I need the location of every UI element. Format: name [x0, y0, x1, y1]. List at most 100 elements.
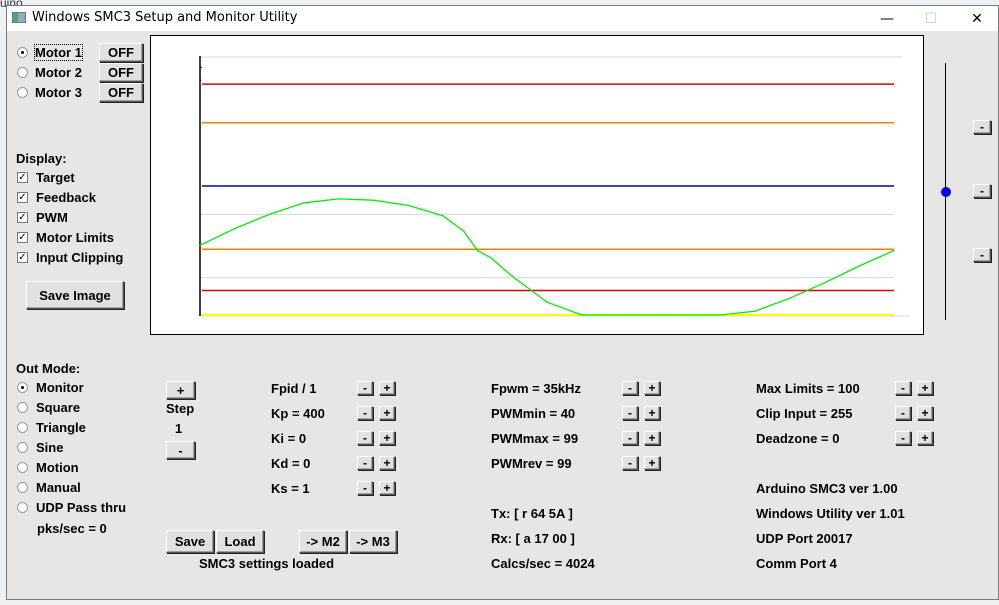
zoom-button-3[interactable]: -	[973, 248, 991, 262]
load-settings-button[interactable]: Load	[216, 530, 264, 553]
copy-to-m2-button[interactable]: -> M2	[299, 530, 347, 553]
calcs-per-sec: Calcs/sec = 4024	[491, 556, 595, 571]
pwmmin-plus-button[interactable]: +	[644, 406, 660, 420]
manual-label[interactable]: Manual	[36, 480, 81, 495]
udp-pass-thru-radio[interactable]	[17, 502, 28, 513]
feedback-point-17	[719, 314, 722, 316]
fpid-minus-button[interactable]: -	[357, 381, 373, 395]
pwmmax-plus-button[interactable]: +	[644, 431, 660, 445]
kp-plus-button[interactable]: +	[379, 406, 395, 420]
settings-status: SMC3 settings loaded	[199, 556, 335, 571]
feedback-point-20	[824, 282, 826, 284]
display-heading: Display:	[16, 151, 67, 166]
motor-limits-label[interactable]: Motor Limits	[36, 230, 114, 245]
feedback-point-11	[511, 275, 513, 277]
max-limits-minus-button[interactable]: -	[895, 381, 911, 395]
udp-pass-thru-label[interactable]: UDP Pass thru	[36, 500, 126, 515]
feedback-point-6	[407, 204, 409, 206]
title-bar[interactable]: Windows SMC3 Setup and Monitor Utility —…	[7, 6, 998, 31]
step-value: 1	[175, 421, 183, 436]
fpid-label: Fpid / 1	[271, 381, 317, 396]
close-button[interactable]: ✕	[954, 6, 999, 31]
kd-label: Kd = 0	[271, 456, 311, 471]
kd-minus-button[interactable]: -	[357, 456, 373, 470]
clip-input-plus-button[interactable]: +	[917, 406, 933, 420]
motion-radio[interactable]	[17, 462, 28, 473]
feedback-point-12	[546, 301, 548, 303]
motor-2-label[interactable]: Motor 2	[35, 65, 82, 80]
save-image-button[interactable]: Save Image	[26, 281, 124, 309]
windows-version: Windows Utility ver 1.01	[756, 506, 905, 521]
motor-2-off-button[interactable]: OFF	[99, 63, 143, 82]
feedback-label[interactable]: Feedback	[36, 190, 96, 205]
fpid-plus-button[interactable]: +	[379, 381, 395, 395]
feedback-point-8	[463, 230, 465, 232]
input-clipping-checkbox[interactable]: ✓	[17, 252, 28, 263]
monitor-label[interactable]: Monitor	[36, 380, 84, 395]
kd-plus-button[interactable]: +	[379, 456, 395, 470]
motion-label[interactable]: Motion	[36, 460, 79, 475]
kp-minus-button[interactable]: -	[357, 406, 373, 420]
save-settings-button[interactable]: Save	[166, 530, 214, 553]
motor-1-radio[interactable]	[17, 47, 28, 58]
motor-limits-checkbox[interactable]: ✓	[17, 232, 28, 243]
target-label[interactable]: Target	[36, 170, 75, 185]
deadzone-plus-button[interactable]: +	[917, 431, 933, 445]
feedback-point-16	[685, 314, 687, 316]
step-minus-button[interactable]: -	[166, 441, 195, 459]
chart-svg	[199, 56, 910, 317]
ks-plus-button[interactable]: +	[379, 481, 395, 495]
step-plus-button[interactable]: +	[166, 381, 195, 399]
square-radio[interactable]	[17, 402, 28, 413]
triangle-label[interactable]: Triangle	[36, 420, 86, 435]
monitor-radio[interactable]	[17, 382, 28, 393]
deadzone-minus-button[interactable]: -	[895, 431, 911, 445]
motor-1-off-button[interactable]: OFF	[99, 43, 143, 62]
motor-3-label[interactable]: Motor 3	[35, 85, 82, 100]
fpwm-minus-button[interactable]: -	[622, 381, 638, 395]
pwmmin-label: PWMmin = 40	[491, 406, 576, 421]
sine-radio[interactable]	[17, 442, 28, 453]
zoom-button-2[interactable]: -	[973, 184, 991, 198]
motor-1-label[interactable]: Motor 1	[34, 44, 83, 61]
target-checkbox[interactable]: ✓	[17, 172, 28, 183]
feedback-point-1	[234, 227, 236, 230]
triangle-radio[interactable]	[17, 422, 28, 433]
pwmrev-plus-button[interactable]: +	[644, 456, 660, 470]
minimize-icon: —	[880, 10, 894, 27]
udp-port: UDP Port 20017	[756, 531, 853, 546]
kp-label: Kp = 400	[271, 406, 325, 421]
packets-per-sec: pks/sec = 0	[37, 521, 107, 536]
feedback-point-5	[372, 199, 375, 201]
clip-input-minus-button[interactable]: -	[895, 406, 911, 420]
zoom-button-1[interactable]: -	[973, 120, 991, 134]
pwm-label[interactable]: PWM	[36, 210, 68, 225]
pwmmax-minus-button[interactable]: -	[622, 431, 638, 445]
ki-plus-button[interactable]: +	[379, 431, 395, 445]
slider-thumb[interactable]	[941, 186, 951, 197]
manual-radio[interactable]	[17, 482, 28, 493]
comm-port: Comm Port 4	[756, 556, 837, 571]
motor-3-off-button[interactable]: OFF	[99, 83, 143, 102]
pwmrev-minus-button[interactable]: -	[622, 456, 638, 470]
fpwm-plus-button[interactable]: +	[644, 381, 660, 395]
square-label[interactable]: Square	[36, 400, 80, 415]
ks-minus-button[interactable]: -	[357, 481, 373, 495]
maximize-button: ☐	[908, 6, 954, 31]
clip-input-label: Clip Input = 255	[756, 406, 853, 421]
pwm-checkbox[interactable]: ✓	[17, 212, 28, 223]
close-icon: ✕	[971, 10, 983, 27]
feedback-point-22	[893, 249, 895, 252]
pwmmin-minus-button[interactable]: -	[622, 406, 638, 420]
max-limits-plus-button[interactable]: +	[917, 381, 933, 395]
feedback-checkbox[interactable]: ✓	[17, 192, 28, 203]
motor-2-radio[interactable]	[17, 67, 28, 78]
ki-minus-button[interactable]: -	[357, 431, 373, 445]
feedback-point-14	[615, 314, 617, 316]
sine-label[interactable]: Sine	[36, 440, 63, 455]
copy-to-m3-button[interactable]: -> M3	[349, 530, 397, 553]
motor-3-radio[interactable]	[17, 87, 28, 98]
input-clipping-label[interactable]: Input Clipping	[36, 250, 123, 265]
deadzone-label: Deadzone = 0	[756, 431, 840, 446]
minimize-button[interactable]: —	[864, 6, 910, 31]
